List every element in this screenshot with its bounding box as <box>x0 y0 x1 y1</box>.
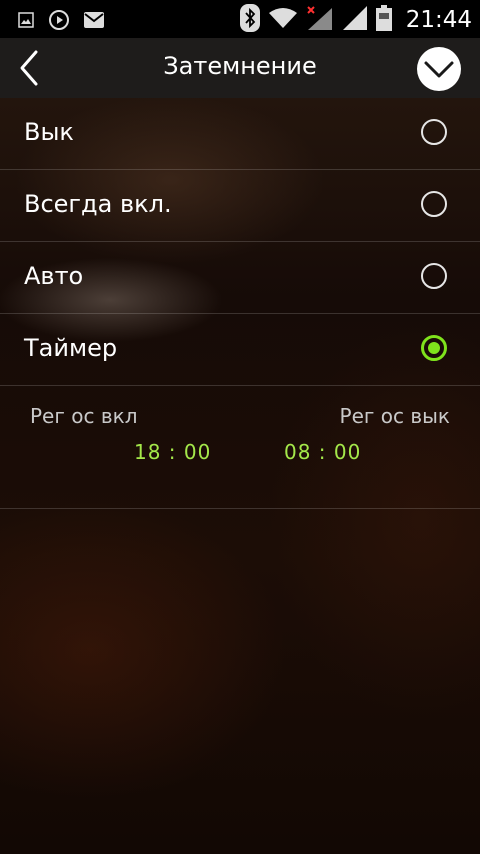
signal-icon-no-service <box>306 5 334 35</box>
option-label: Вык <box>24 118 74 146</box>
timer-off-label: Рег ос вык <box>339 404 450 428</box>
option-off[interactable]: Вык <box>0 98 480 170</box>
option-label: Таймер <box>24 334 118 362</box>
option-auto[interactable]: Авто <box>0 242 480 314</box>
radio-dot <box>428 342 440 354</box>
option-label: Авто <box>24 262 84 290</box>
timer-off-time[interactable]: 08 : 00 <box>284 440 361 464</box>
option-always-on[interactable]: Всегда вкл. <box>0 170 480 242</box>
timer-on-label: Рег ос вкл <box>30 404 138 428</box>
radio-button[interactable] <box>421 263 447 289</box>
confirm-button[interactable] <box>417 47 461 91</box>
option-label: Всегда вкл. <box>24 190 172 218</box>
app-header: Затемнение <box>0 38 480 98</box>
page-title: Затемнение <box>163 52 317 80</box>
radio-button-selected[interactable] <box>421 335 447 361</box>
battery-icon <box>375 5 392 35</box>
signal-icon <box>342 5 368 35</box>
status-bar: 21:44 <box>0 0 480 38</box>
radio-button[interactable] <box>421 191 447 217</box>
wifi-icon <box>268 7 298 33</box>
radio-button[interactable] <box>421 119 447 145</box>
timer-on-time[interactable]: 18 : 00 <box>134 440 211 464</box>
option-list: Вык Всегда вкл. Авто Таймер <box>0 98 480 386</box>
status-time: 21:44 <box>405 7 472 33</box>
image-icon <box>18 12 34 32</box>
play-icon <box>48 9 70 35</box>
chevron-down-icon <box>424 61 454 78</box>
option-timer[interactable]: Таймер <box>0 314 480 386</box>
timer-settings: Рег ос вкл Рег ос вык 18 : 00 08 : 00 <box>0 386 480 509</box>
mail-icon <box>84 12 104 32</box>
bluetooth-icon <box>239 4 260 36</box>
